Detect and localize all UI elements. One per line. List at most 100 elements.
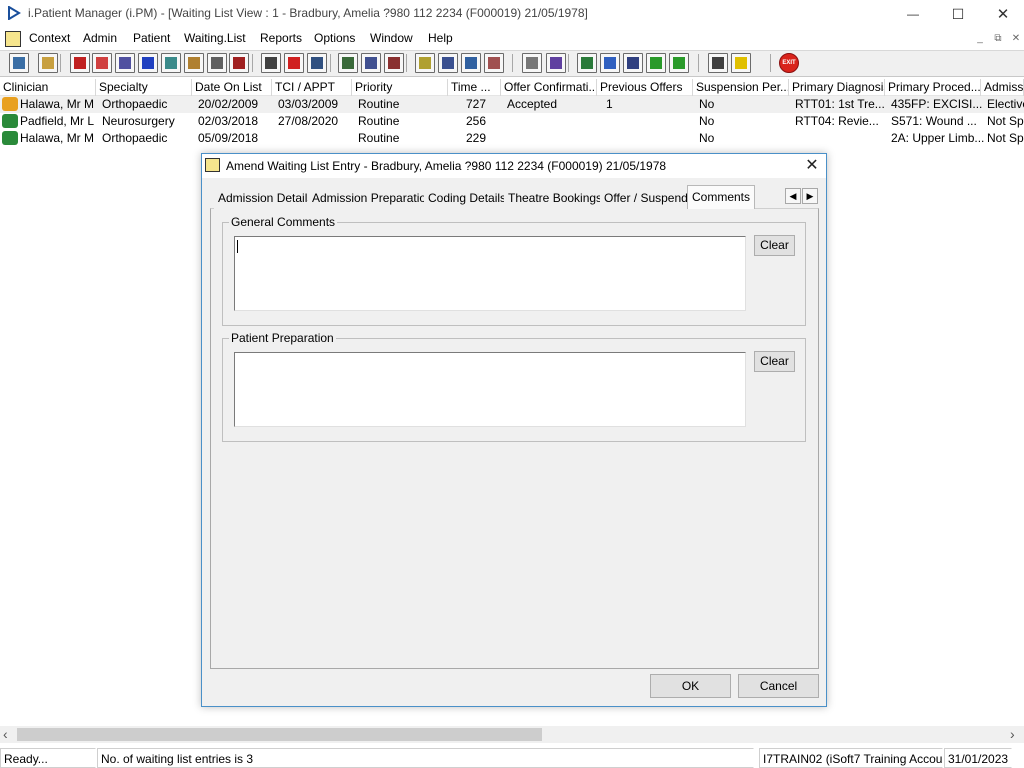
column-header-specialty[interactable]: Specialty xyxy=(96,79,192,96)
dialog-title: Amend Waiting List Entry - Bradbury, Ame… xyxy=(226,159,667,173)
checklist-icon[interactable] xyxy=(438,53,458,73)
cell-time: 256 xyxy=(466,114,487,128)
menu-reports[interactable]: Reports xyxy=(260,31,302,45)
column-header-suspension-period[interactable]: Suspension Per... xyxy=(693,79,789,96)
chart-icon[interactable] xyxy=(338,53,358,73)
warning-icon-glyph xyxy=(735,57,747,69)
cell-diagnosis: RTT04: Revie... xyxy=(795,114,879,128)
cell-specialty: Orthopaedic xyxy=(102,131,168,145)
ambulance-icon[interactable] xyxy=(461,53,481,73)
general-comments-textarea[interactable] xyxy=(234,236,746,311)
menu-context[interactable]: Context xyxy=(29,31,70,45)
globe-icon[interactable] xyxy=(577,53,597,73)
transfer-icon[interactable] xyxy=(484,53,504,73)
exit-icon[interactable]: EXIT xyxy=(779,53,799,73)
schedule-icon[interactable] xyxy=(384,53,404,73)
general-comments-clear-button[interactable]: Clear xyxy=(754,235,795,256)
swap-icon[interactable] xyxy=(708,53,728,73)
mdi-restore-button[interactable]: ⧉ xyxy=(990,32,1006,46)
column-header-admission[interactable]: Admissi xyxy=(981,79,1024,96)
cell-priority: Routine xyxy=(358,131,400,145)
mdi-close-button[interactable]: ✕ xyxy=(1008,32,1024,46)
book-icon[interactable] xyxy=(70,53,90,73)
cell-date-on-list: 05/09/2018 xyxy=(198,131,259,145)
tab-offer-suspend[interactable]: Offer / Suspend xyxy=(600,187,693,209)
mdi-minimize-button[interactable]: _ xyxy=(972,32,988,46)
toolbar-separator xyxy=(512,54,513,72)
tab-theatre-bookings[interactable]: Theatre Bookings xyxy=(504,187,608,209)
scroll-right-arrow-icon[interactable]: › xyxy=(1010,726,1022,743)
form-icon[interactable] xyxy=(207,53,227,73)
car-icon[interactable] xyxy=(229,53,249,73)
print-icon[interactable] xyxy=(38,53,58,73)
close-window-button[interactable]: ✕ xyxy=(980,0,1024,28)
patient-preparation-clear-button[interactable]: Clear xyxy=(754,351,795,372)
toolbar-separator xyxy=(252,54,253,72)
person-icon[interactable] xyxy=(161,53,181,73)
warning-icon[interactable] xyxy=(731,53,751,73)
bar-chart-icon[interactable] xyxy=(546,53,566,73)
patient-search-icon[interactable] xyxy=(9,53,29,73)
resize-grip-icon[interactable] xyxy=(1012,756,1022,766)
notes-icon[interactable] xyxy=(184,53,204,73)
column-header-priority[interactable]: Priority xyxy=(352,79,448,96)
list-icon[interactable] xyxy=(361,53,381,73)
scroll-left-arrow-icon[interactable]: ‹ xyxy=(3,726,15,743)
page-icon[interactable] xyxy=(522,53,542,73)
column-header-time[interactable]: Time ... xyxy=(448,79,501,96)
column-header-primary-diagnosis[interactable]: Primary Diagnosis xyxy=(789,79,885,96)
check-icon-glyph xyxy=(627,57,639,69)
check-icon[interactable] xyxy=(623,53,643,73)
menu-waiting-list[interactable]: Waiting.List xyxy=(184,31,246,45)
column-header-tci-appt[interactable]: TCI / APPT xyxy=(272,79,352,96)
scrollbar-thumb[interactable] xyxy=(17,728,542,741)
patient-preparation-textarea[interactable] xyxy=(234,352,746,427)
monitor-icon-glyph xyxy=(311,57,323,69)
cell-specialty: Orthopaedic xyxy=(102,97,168,111)
menu-options[interactable]: Options xyxy=(314,31,355,45)
checklist-icon-glyph xyxy=(442,57,454,69)
maximize-button[interactable]: ☐ xyxy=(935,0,981,28)
column-header-date-on-list[interactable]: Date On List xyxy=(192,79,272,96)
cell-suspension: No xyxy=(699,131,715,145)
patient-status-icon xyxy=(2,131,18,145)
refresh-icon[interactable] xyxy=(600,53,620,73)
column-header-offer-confirmation[interactable]: Offer Confirmati... xyxy=(501,79,597,96)
green-plus-icon-glyph xyxy=(650,57,662,69)
tab-admission-details[interactable]: Admission Details xyxy=(214,187,319,209)
green-plus-icon[interactable] xyxy=(646,53,666,73)
menu-window[interactable]: Window xyxy=(370,31,413,45)
monitor-icon[interactable] xyxy=(307,53,327,73)
clock-icon[interactable] xyxy=(284,53,304,73)
swap-icon-glyph xyxy=(712,57,724,69)
tab-comments[interactable]: Comments xyxy=(687,185,756,209)
dialog-close-button[interactable]: ✕ xyxy=(800,154,824,178)
mdi-document-icon[interactable] xyxy=(5,31,21,47)
tab-scroll-left-button[interactable]: ◀ xyxy=(785,188,801,204)
minimize-button[interactable]: — xyxy=(890,0,936,28)
text-cursor xyxy=(237,240,238,253)
cell-tci: 03/03/2009 xyxy=(278,97,339,111)
menu-help[interactable]: Help xyxy=(428,31,453,45)
toolbar-separator xyxy=(568,54,569,72)
edit-icon[interactable] xyxy=(92,53,112,73)
tab-coding-details[interactable]: Coding Details xyxy=(424,187,512,209)
cancel-icon[interactable] xyxy=(261,53,281,73)
column-header-primary-procedure[interactable]: Primary Proced... xyxy=(885,79,981,96)
m-icon[interactable] xyxy=(138,53,158,73)
ok-button[interactable]: OK xyxy=(650,674,731,698)
tab-admission-preparation[interactable]: Admission Preparation xyxy=(308,187,438,209)
tab-scroll-right-button[interactable]: ▶ xyxy=(802,188,818,204)
green-check-icon[interactable] xyxy=(669,53,689,73)
document-icon[interactable] xyxy=(115,53,135,73)
memo-icon[interactable] xyxy=(415,53,435,73)
column-header-clinician[interactable]: Clinician xyxy=(0,79,96,96)
cancel-icon-glyph xyxy=(265,57,277,69)
cell-clinician: Halawa, Mr M xyxy=(20,131,95,145)
cell-previous: 1 xyxy=(606,97,613,111)
chart-icon-glyph xyxy=(342,57,354,69)
cancel-button[interactable]: Cancel xyxy=(738,674,819,698)
menu-patient[interactable]: Patient xyxy=(133,31,170,45)
menu-admin[interactable]: Admin xyxy=(83,31,117,45)
column-header-previous-offers[interactable]: Previous Offers xyxy=(597,79,693,96)
